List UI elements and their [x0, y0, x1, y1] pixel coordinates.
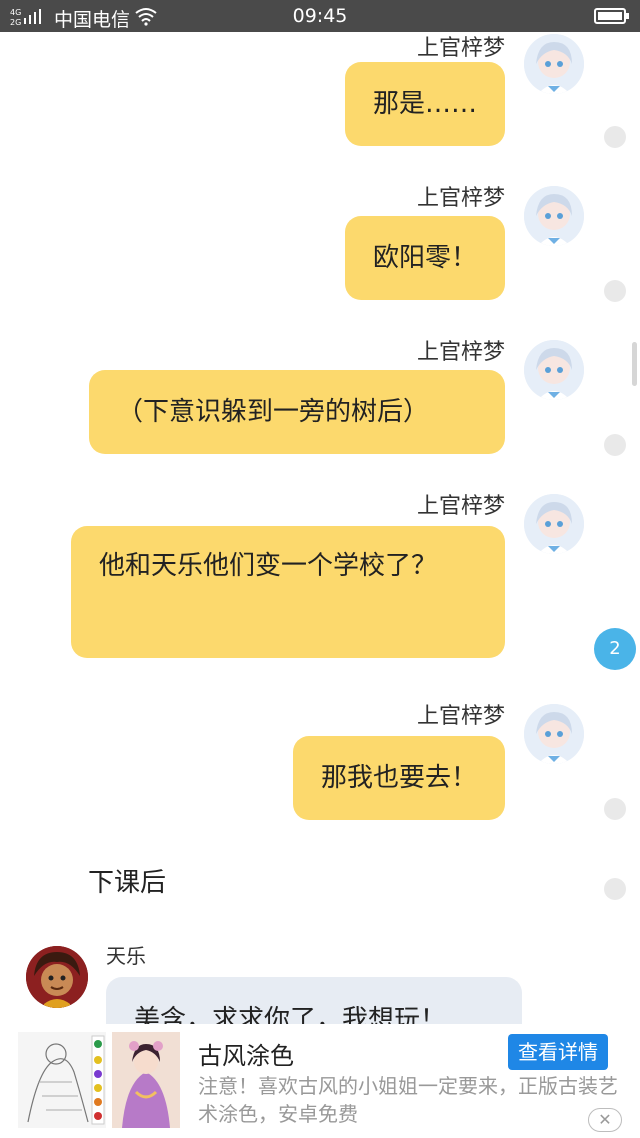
avatar[interactable]	[26, 946, 88, 1008]
anime-girl-avatar-icon	[524, 340, 584, 400]
avatar[interactable]	[524, 340, 584, 400]
ad-banner[interactable]: 古风涂色 查看详情 注意！喜欢古风的小姐姐一定要来，正版古装艺术涂色，安卓免费 …	[0, 1024, 640, 1138]
sender-name: 上官梓梦	[416, 494, 505, 519]
avatar[interactable]	[524, 704, 584, 764]
close-icon[interactable]: ✕	[588, 1108, 622, 1132]
avatar[interactable]	[524, 494, 584, 554]
clock: 09:45	[292, 5, 348, 27]
battery-icon	[594, 8, 629, 24]
message-bubble-outgoing[interactable]: 欧阳零！	[344, 216, 505, 300]
narration-text: 下课后	[88, 868, 167, 898]
scrollbar-thumb[interactable]	[632, 342, 637, 386]
ancient-style-girl-icon	[112, 1032, 180, 1128]
anime-girl-avatar-icon	[524, 704, 584, 764]
ad-title[interactable]: 古风涂色	[198, 1036, 294, 1071]
message-bubble-incoming[interactable]: 美含，求求你了，我想玩！	[106, 977, 522, 1024]
message-status-dot	[604, 798, 626, 820]
unread-count-badge[interactable]: 2	[594, 628, 636, 670]
message-bubble-outgoing[interactable]: （下意识躲到一旁的树后）	[89, 370, 505, 454]
avatar[interactable]	[524, 186, 584, 246]
avatar[interactable]	[524, 34, 584, 94]
sender-name: 上官梓梦	[416, 704, 505, 729]
sender-name: 天乐	[106, 944, 146, 968]
status-bar: 4G 2G 中国电信 09:45	[0, 0, 640, 32]
anime-girl-avatar-icon	[524, 494, 584, 554]
message-status-dot	[604, 434, 626, 456]
ad-description: 注意！喜欢古风的小姐姐一定要来，正版古装艺术涂色，安卓免费	[198, 1074, 618, 1126]
sender-name: 上官梓梦	[416, 340, 505, 365]
sender-name: 上官梓梦	[416, 186, 505, 211]
cartoon-boy-avatar-icon	[26, 946, 88, 1008]
view-details-button[interactable]: 查看详情	[508, 1034, 608, 1070]
ad-thumbnail-colored[interactable]	[112, 1032, 180, 1128]
anime-girl-avatar-icon	[524, 186, 584, 246]
message-status-dot	[604, 878, 626, 900]
message-status-dot	[604, 280, 626, 302]
anime-girl-avatar-icon	[524, 34, 584, 94]
coloring-page-icon	[18, 1032, 106, 1128]
message-bubble-outgoing[interactable]: 那我也要去！	[292, 736, 505, 820]
message-status-dot	[604, 126, 626, 148]
ad-thumbnail-lineart[interactable]	[18, 1032, 106, 1128]
chat-scroll-area[interactable]: 上官梓梦 那是…… 上官梓梦 欧阳零！ 上官梓梦 （下意识躲到一旁的树后） 上官…	[0, 32, 640, 1024]
message-bubble-outgoing[interactable]: 他和天乐他们变一个学校了？	[71, 526, 505, 658]
sender-name: 上官梓梦	[416, 36, 505, 61]
message-bubble-outgoing[interactable]: 那是……	[344, 62, 505, 146]
